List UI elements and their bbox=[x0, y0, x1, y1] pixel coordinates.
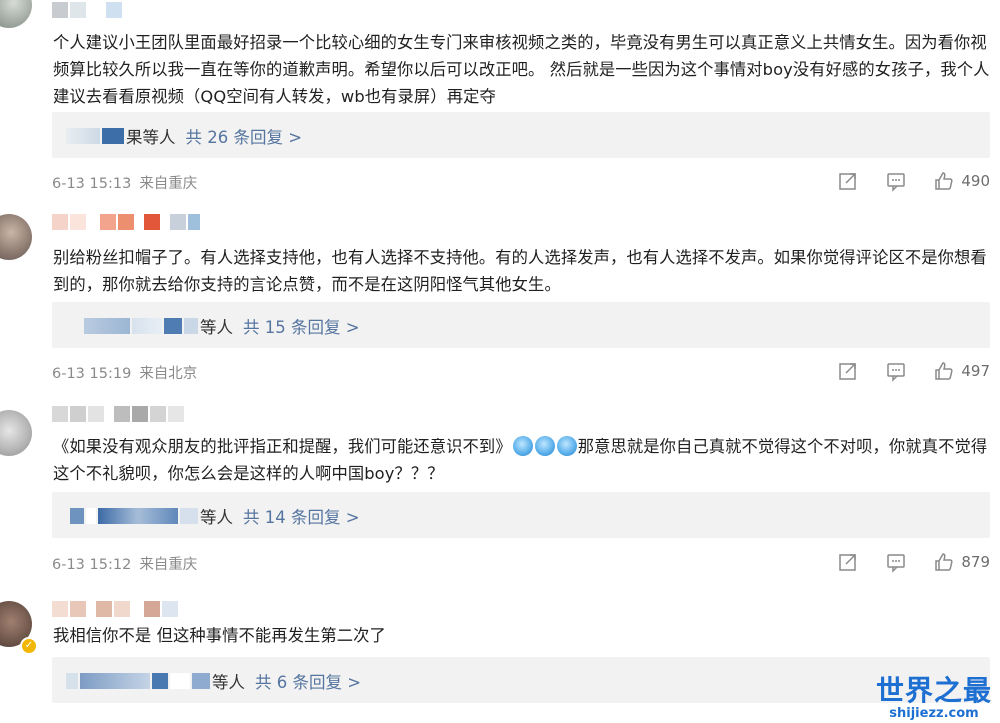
reply-names: 等人 bbox=[200, 508, 233, 527]
comment-time: 6-13 15:19 bbox=[52, 366, 132, 382]
comment-text: 我相信你不是 但这种事情不能再发生第二次了 bbox=[53, 626, 386, 645]
site-watermark: 世界之最 shijiezz.com bbox=[876, 675, 992, 721]
replier-blurred bbox=[66, 128, 100, 144]
comment-meta: 6-13 15:13 来自重庆 bbox=[52, 172, 197, 193]
share-icon[interactable] bbox=[837, 360, 859, 382]
comment-text: 别给粉丝扣帽子了。有人选择支持他，也有人选择不支持他。有的人选择发声，也有人选择… bbox=[53, 248, 987, 294]
reply-summary[interactable]: 等人 共 15 条回复 > bbox=[52, 302, 990, 348]
comment-text: 个人建议小王团队里面最好招录一个比较心细的女生专门来审核视频之类的，毕竟没有男生… bbox=[53, 33, 990, 106]
reply-summary[interactable]: 等人 共 14 条回复 > bbox=[52, 492, 990, 538]
share-icon[interactable] bbox=[837, 170, 859, 192]
comment-location: 来自北京 bbox=[139, 366, 198, 382]
watermark-title: 世界之最 bbox=[875, 674, 992, 707]
avatar[interactable] bbox=[0, 0, 32, 28]
watermark-url: shijiezz.com bbox=[889, 706, 979, 721]
like-count: 497 bbox=[961, 362, 990, 380]
comment-icon[interactable] bbox=[885, 170, 907, 192]
reply-names: 等人 bbox=[212, 673, 245, 692]
comment-text: 《如果没有观众朋友的批评指正和提醒，我们可能还意识不到》 那意思就是你自己真就不觉… bbox=[53, 436, 988, 483]
comment-time: 6-13 15:13 bbox=[52, 176, 132, 192]
username-blurred[interactable] bbox=[52, 214, 200, 232]
comment-actions: 490 bbox=[811, 170, 990, 192]
reply-count-link[interactable]: 共 6 条回复 > bbox=[255, 669, 361, 693]
like-count: 879 bbox=[961, 553, 990, 571]
emoji-icon bbox=[512, 436, 533, 456]
replier-blurred bbox=[66, 673, 78, 689]
share-icon[interactable] bbox=[837, 551, 859, 573]
reply-names: 果等人 bbox=[126, 128, 176, 147]
like-count: 490 bbox=[961, 172, 990, 190]
reply-summary[interactable]: 等人 共 6 条回复 > bbox=[52, 657, 990, 703]
comment-time: 6-13 15:12 bbox=[52, 557, 132, 573]
avatar[interactable] bbox=[0, 214, 32, 260]
comment-location: 来自重庆 bbox=[139, 176, 198, 192]
thumbs-up-icon[interactable] bbox=[933, 170, 955, 192]
thumbs-up-icon[interactable] bbox=[933, 551, 955, 573]
replier-blurred bbox=[70, 508, 84, 524]
username-blurred[interactable] bbox=[52, 2, 122, 20]
reply-names: 等人 bbox=[200, 318, 233, 337]
emoji-icon bbox=[534, 436, 555, 456]
comment-actions: 497 bbox=[811, 360, 990, 382]
comment-actions: 879 bbox=[811, 551, 990, 573]
replier-blurred bbox=[84, 318, 130, 334]
comment-meta: 6-13 15:12 来自重庆 bbox=[52, 553, 197, 574]
comment-icon[interactable] bbox=[885, 360, 907, 382]
comment-icon[interactable] bbox=[885, 551, 907, 573]
comment-location: 来自重庆 bbox=[139, 557, 198, 573]
reply-count-link[interactable]: 共 14 条回复 > bbox=[243, 504, 360, 528]
avatar[interactable] bbox=[0, 410, 32, 456]
verified-badge-icon: ✓ bbox=[20, 637, 38, 655]
username-blurred[interactable] bbox=[52, 601, 178, 619]
reply-summary[interactable]: 果等人 共 26 条回复 > bbox=[52, 112, 990, 158]
comment-meta: 6-13 15:19 来自北京 bbox=[52, 362, 197, 383]
thumbs-up-icon[interactable] bbox=[933, 360, 955, 382]
emoji-icon bbox=[556, 436, 577, 456]
reply-count-link[interactable]: 共 26 条回复 > bbox=[186, 124, 303, 148]
username-blurred[interactable] bbox=[52, 406, 184, 424]
reply-count-link[interactable]: 共 15 条回复 > bbox=[243, 314, 360, 338]
